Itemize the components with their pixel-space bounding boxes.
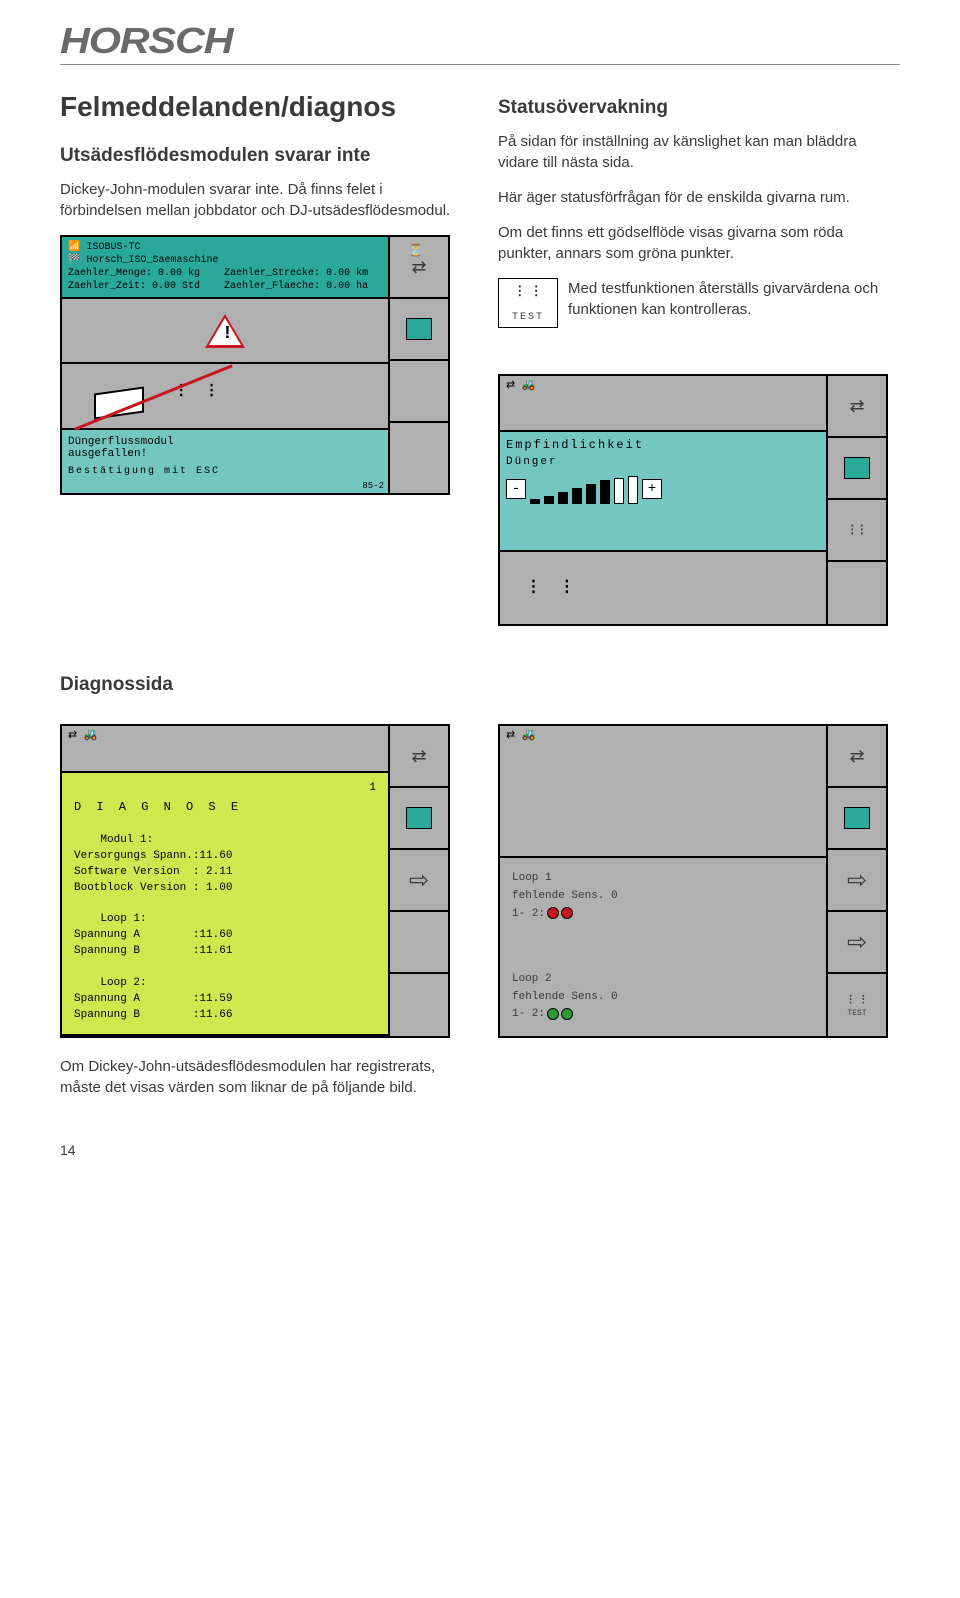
side-button[interactable]: [828, 850, 886, 912]
side-button[interactable]: [390, 974, 448, 1036]
body-text: Med testfunktionen återställs givarvärde…: [568, 278, 900, 320]
error-message-cell: Düngerflussmodul ausgefallen! Bestätigun…: [62, 430, 388, 493]
header-rule: [60, 64, 900, 65]
status-dot-red: [547, 907, 559, 919]
screen-header: 📶 ISOBUS-TC 🏁 Horsch_ISO_Saemaschine Zae…: [62, 237, 388, 299]
terminal-screenshot-diagnose: ⇄ 🚜 D I A G N O S E1 Modul 1: Versorgung…: [60, 724, 450, 1038]
warning-cell: !: [62, 299, 388, 364]
loop1-cell: Loop 1 fehlende Sens. 0 1- 2: Loop 2 feh…: [500, 858, 826, 1036]
terminal-screenshot-loops: ⇄ 🚜 Loop 1 fehlende Sens. 0 1- 2: Loop 2…: [498, 724, 888, 1038]
side-button[interactable]: [390, 850, 448, 912]
side-button[interactable]: [828, 376, 886, 438]
side-button[interactable]: [828, 562, 886, 624]
icon-cell: ⁝ ⁝: [500, 552, 826, 624]
plus-button[interactable]: +: [642, 479, 662, 499]
side-buttons: [388, 237, 448, 493]
body-text: Om det finns ett gödselflöde visas givar…: [498, 222, 900, 264]
module-icon: [844, 807, 870, 829]
arrow-right-icon: [409, 866, 429, 895]
section-heading: Statusövervakning: [498, 97, 900, 119]
body-text: Om Dickey-John-utsädesflödesmodulen har …: [60, 1056, 462, 1098]
crossed-module-cell: ⁝ ⁝: [62, 364, 388, 429]
sensitivity-cell: Empfindlichkeit Dünger - +: [500, 432, 826, 552]
side-button[interactable]: [390, 299, 448, 361]
side-button[interactable]: [828, 726, 886, 788]
side-button[interactable]: [828, 500, 886, 562]
side-button[interactable]: [828, 788, 886, 850]
body-text: Dickey-John-modulen svarar inte. Då finn…: [60, 179, 462, 221]
right-column: Statusövervakning På sidan för inställni…: [498, 91, 900, 644]
terminal-screenshot-error: 📶 ISOBUS-TC 🏁 Horsch_ISO_Saemaschine Zae…: [60, 235, 450, 495]
left-column: Felmeddelanden/diagnos Utsädesflödesmodu…: [60, 91, 462, 644]
module-icon: [406, 807, 432, 829]
toolbar-cell: ⇄ 🚜: [500, 376, 826, 432]
toolbar-cell: ⇄ 🚜: [500, 726, 826, 858]
page-number: 14: [60, 1142, 900, 1158]
side-button[interactable]: [828, 438, 886, 500]
status-dot-green: [547, 1008, 559, 1020]
body-text: På sidan för inställning av känslighet k…: [498, 131, 900, 173]
section-heading: Diagnossida: [60, 674, 900, 696]
test-icon: TEST: [847, 992, 866, 1018]
module-icon: [844, 457, 870, 479]
diagnose-body: D I A G N O S E1 Modul 1: Versorgungs Sp…: [62, 773, 388, 1036]
module-icon: [406, 318, 432, 340]
section-heading: Utsädesflödesmodulen svarar inte: [60, 145, 462, 167]
side-button[interactable]: TEST: [828, 974, 886, 1036]
side-button[interactable]: [390, 788, 448, 850]
minus-button[interactable]: -: [506, 479, 526, 499]
body-text: Här äger statusförfrågan för de enskilda…: [498, 187, 900, 208]
test-icon: TEST: [498, 278, 558, 328]
toolbar-cell: ⇄ 🚜: [62, 726, 388, 773]
terminal-screenshot-sensitivity: ⇄ 🚜 Empfindlichkeit Dünger -: [498, 374, 888, 626]
page-title: Felmeddelanden/diagnos: [60, 91, 462, 123]
arrow-right-icon: [847, 866, 867, 895]
side-button[interactable]: [390, 423, 448, 485]
side-button[interactable]: [390, 912, 448, 974]
warning-triangle-icon: !: [205, 314, 245, 348]
side-button[interactable]: [390, 237, 448, 299]
brand-logo: HORSCH: [60, 20, 960, 62]
side-button[interactable]: [390, 361, 448, 423]
status-dot-green: [561, 1008, 573, 1020]
side-button[interactable]: [390, 726, 448, 788]
status-dot-red: [561, 907, 573, 919]
side-button[interactable]: [828, 912, 886, 974]
arrow-right-icon: [847, 928, 867, 957]
